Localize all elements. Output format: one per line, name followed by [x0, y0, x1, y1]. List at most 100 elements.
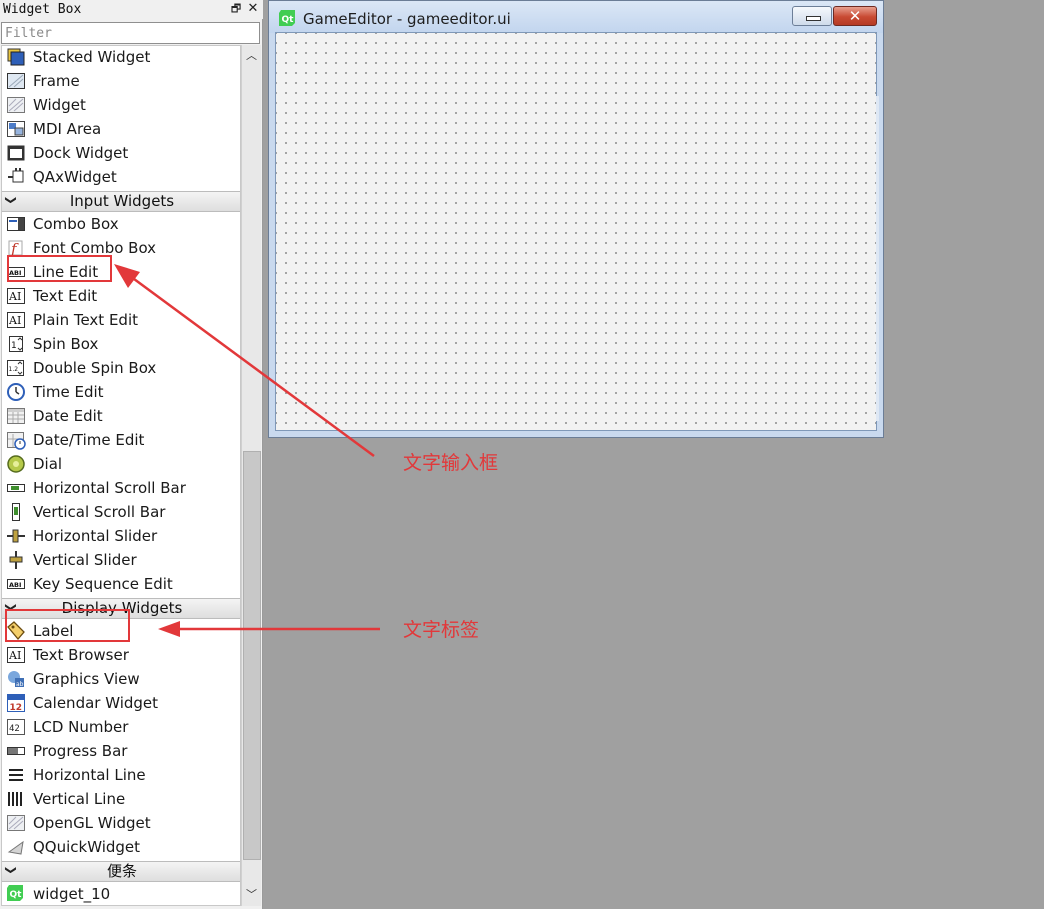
- widget-list-item-label: Date Edit: [33, 407, 103, 425]
- widget-list-item[interactable]: Stacked Widget: [2, 46, 240, 69]
- svg-text:Qt: Qt: [10, 890, 23, 900]
- progress-bar-icon: [7, 747, 25, 755]
- widget-list-item[interactable]: AI Text Browser: [2, 643, 240, 667]
- widget-list-item[interactable]: 1 Spin Box: [2, 332, 240, 356]
- widget-list-item-label: Stacked Widget: [33, 48, 151, 66]
- vertical-scroll-bar-icon: [12, 503, 20, 521]
- widget-list-item-label: Double Spin Box: [33, 359, 157, 377]
- widget-list-item[interactable]: Dock Widget: [2, 141, 240, 165]
- widget-list-item-label: Widget: [33, 96, 86, 114]
- category-header[interactable]: ❯ Input Widgets: [2, 191, 240, 212]
- widget-list-item[interactable]: Horizontal Scroll Bar: [2, 476, 240, 500]
- widget-list-item-label: Dock Widget: [33, 144, 129, 162]
- scroll-track[interactable]: [243, 67, 261, 884]
- widget-list-item[interactable]: Vertical Line: [2, 787, 240, 811]
- widget-list-item[interactable]: ab Graphics View: [2, 667, 240, 691]
- horizontal-line-icon: [9, 769, 23, 781]
- close-window-button[interactable]: ✕: [833, 6, 877, 26]
- svg-text:ab: ab: [16, 681, 24, 688]
- widget-list-item[interactable]: Frame: [2, 69, 240, 93]
- widget-list-item[interactable]: Date Edit: [2, 404, 240, 428]
- form-titlebar[interactable]: Qt GameEditor - gameeditor.ui ✕: [269, 1, 883, 33]
- widget-list-item[interactable]: OpenGL Widget: [2, 811, 240, 835]
- text-edit-icon: AI: [7, 288, 25, 304]
- svg-text:1: 1: [11, 341, 17, 351]
- graphics-view-icon: ab: [8, 671, 24, 688]
- annotation-label-text: 文字标签: [403, 619, 480, 641]
- annotation-line-edit-text: 文字输入框: [403, 452, 499, 474]
- combo-box-icon: [7, 217, 25, 231]
- widget-list-item[interactable]: QAxWidget: [2, 165, 240, 189]
- widget-list-item[interactable]: Progress Bar: [2, 739, 240, 763]
- widget-list-item-label: MDI Area: [33, 120, 102, 138]
- qaxwidget-icon: [8, 168, 24, 183]
- widget-list-item[interactable]: Qt widget_10: [2, 882, 240, 905]
- widget-icon: [7, 97, 25, 113]
- widget-list-item[interactable]: ABI Key Sequence Edit: [2, 572, 240, 596]
- qquickwidget-icon: [7, 840, 24, 855]
- widget-list-item[interactable]: Vertical Scroll Bar: [2, 500, 240, 524]
- svg-text:AI: AI: [8, 290, 21, 303]
- scroll-thumb[interactable]: [243, 451, 261, 860]
- svg-text:ABI: ABI: [9, 581, 21, 589]
- widget-list-item-label: Date/Time Edit: [33, 431, 145, 449]
- dock-widget-icon: [7, 145, 25, 161]
- form-resize-strip: [876, 96, 879, 421]
- widget-list-item-label: Progress Bar: [33, 742, 128, 760]
- widget-list-item[interactable]: Date/Time Edit: [2, 428, 240, 452]
- widget-list-item[interactable]: Horizontal Slider: [2, 524, 240, 548]
- widget-list-item[interactable]: AI Plain Text Edit: [2, 308, 240, 332]
- svg-text:AI: AI: [8, 314, 21, 327]
- widget-list-item[interactable]: 42 LCD Number: [2, 715, 240, 739]
- filter-input[interactable]: [1, 22, 260, 44]
- widget-list-item-label: Key Sequence Edit: [33, 575, 173, 593]
- scroll-down-icon[interactable]: ﹀: [242, 884, 261, 906]
- frame-icon: [7, 73, 25, 89]
- horizontal-scroll-bar-icon: [7, 484, 25, 492]
- widget-list-item[interactable]: MDI Area: [2, 117, 240, 141]
- widget-list-item[interactable]: Widget: [2, 93, 240, 117]
- widget-list-item-label: LCD Number: [33, 718, 129, 736]
- widget-list-item[interactable]: AI Text Edit: [2, 284, 240, 308]
- widget-list-item-label: Plain Text Edit: [33, 311, 138, 329]
- lcd-number-icon: 42: [7, 719, 25, 735]
- widget-list-item[interactable]: 12 Calendar Widget: [2, 691, 240, 715]
- label-highlight-box: [5, 609, 130, 642]
- stacked-widget-icon: [7, 48, 25, 66]
- close-icon[interactable]: ✕: [246, 1, 260, 17]
- widget-list-item-label: Vertical Line: [33, 790, 126, 808]
- form-design-canvas[interactable]: [275, 32, 877, 431]
- svg-text:AI: AI: [8, 649, 21, 662]
- widget-list-scrollbar[interactable]: ︿ ﹀: [241, 45, 261, 906]
- time-edit-icon: [7, 383, 25, 401]
- widget-list-item-label: Horizontal Scroll Bar: [33, 479, 186, 497]
- svg-text:Qt: Qt: [282, 15, 295, 25]
- dial-icon: [7, 455, 25, 473]
- widget-list-item-label: Time Edit: [33, 383, 104, 401]
- vertical-line-icon: [8, 792, 22, 806]
- double-spin-box-icon: 1.2: [7, 360, 24, 376]
- widget-list-item[interactable]: Dial: [2, 452, 240, 476]
- scroll-up-icon[interactable]: ︿: [242, 45, 261, 67]
- date-edit-icon: [7, 408, 25, 424]
- calendar-widget-icon: 12: [7, 694, 25, 713]
- widget-list-item[interactable]: 1.2 Double Spin Box: [2, 356, 240, 380]
- widget-list-item-label: QAxWidget: [33, 168, 117, 186]
- line-edit-highlight-box: [7, 255, 112, 282]
- minimize-button[interactable]: [792, 6, 832, 26]
- svg-text:1.2: 1.2: [9, 366, 19, 373]
- category-label: Input Widgets: [69, 192, 175, 210]
- qt-logo-icon: Qt: [279, 10, 295, 26]
- widget-list-item[interactable]: Horizontal Line: [2, 763, 240, 787]
- widget-list-item[interactable]: Vertical Slider: [2, 548, 240, 572]
- widget-list-item[interactable]: Time Edit: [2, 380, 240, 404]
- widget-list-item[interactable]: Combo Box: [2, 212, 240, 236]
- date-time-edit-icon: [7, 432, 26, 450]
- widget-list-item[interactable]: QQuickWidget: [2, 835, 240, 859]
- float-icon[interactable]: 🗗: [229, 1, 243, 17]
- widget-list-item-label: widget_10: [33, 885, 111, 903]
- widget-list-item-label: Frame: [33, 72, 80, 90]
- widget-list-item-label: Text Browser: [33, 646, 129, 664]
- category-header[interactable]: ❯ 便条: [2, 861, 240, 882]
- horizontal-slider-icon: [7, 529, 25, 543]
